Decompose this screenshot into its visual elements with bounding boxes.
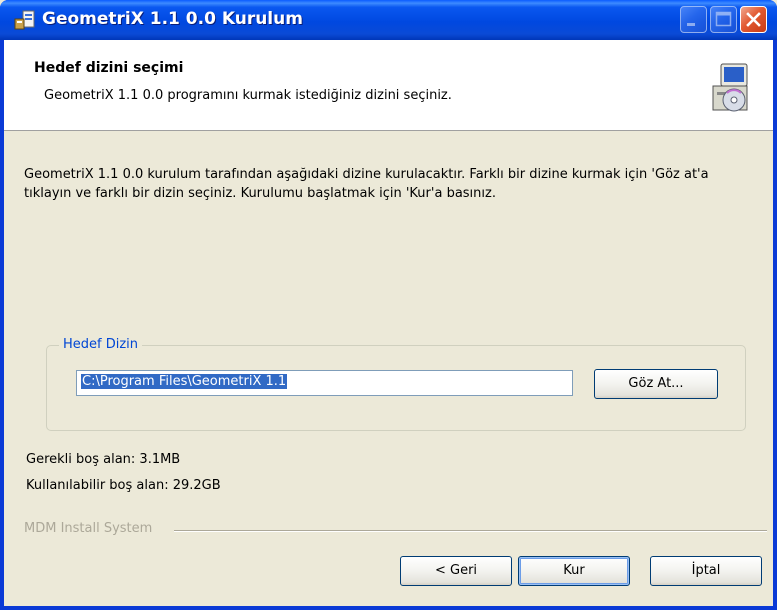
browse-button[interactable]: Göz At... [594, 369, 718, 399]
brand-divider [174, 530, 767, 532]
back-button[interactable]: < Geri [400, 556, 512, 586]
brand-label: MDM Install System [24, 521, 157, 536]
page-subtitle: GeometriX 1.1 0.0 programını kurmak iste… [44, 88, 452, 103]
minimize-icon [687, 23, 695, 26]
installer-window: GeometriX 1.1 0.0 Kurulum Hedef dizini s… [0, 0, 777, 610]
page-header: Hedef dizini seçimi GeometriX 1.1 0.0 pr… [4, 40, 773, 131]
installer-app-icon [14, 10, 35, 30]
close-button[interactable] [740, 6, 767, 33]
window-title: GeometriX 1.1 0.0 Kurulum [42, 9, 303, 29]
maximize-button[interactable] [710, 6, 737, 33]
install-button[interactable]: Kur [518, 556, 630, 586]
close-icon [746, 12, 761, 27]
installer-body: Hedef dizini seçimi GeometriX 1.1 0.0 pr… [4, 40, 773, 606]
space-required-text: Gerekli boş alan: 3.1MB [26, 452, 181, 467]
page-title: Hedef dizini seçimi [34, 60, 184, 76]
computer-cd-icon [712, 63, 748, 112]
destination-group-label: Hedef Dizin [59, 337, 143, 352]
maximize-icon [715, 11, 732, 27]
minimize-button[interactable] [680, 6, 707, 33]
cancel-button[interactable]: İptal [650, 556, 762, 586]
space-available-text: Kullanılabilir boş alan: 29.2GB [26, 478, 221, 493]
destination-path-value: C:\Program Files\GeometriX 1.1 [81, 374, 288, 389]
destination-path-input[interactable]: C:\Program Files\GeometriX 1.1 [76, 370, 573, 396]
title-bar[interactable]: GeometriX 1.1 0.0 Kurulum [0, 0, 777, 40]
install-description: GeometriX 1.1 0.0 kurulum tarafından aşa… [24, 167, 709, 201]
